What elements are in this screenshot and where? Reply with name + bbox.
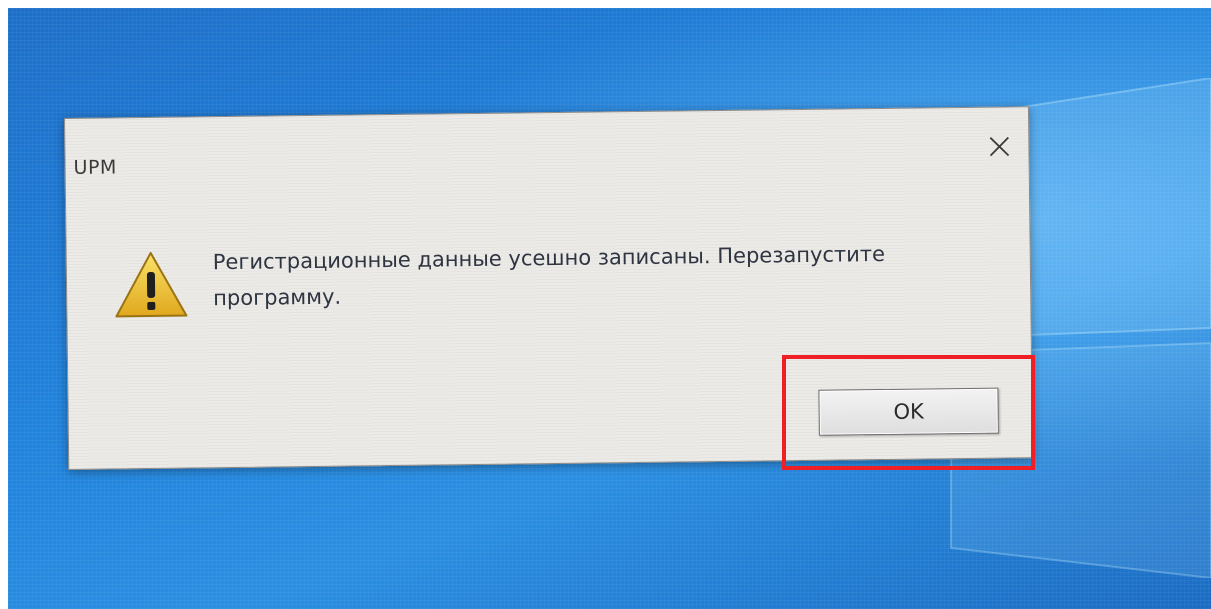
desktop-background: UPM Регистрационные данные усешно записа… [8,8,1211,609]
close-icon [989,136,1010,157]
message-dialog: UPM Регистрационные данные усешно записа… [64,106,1034,470]
dialog-title: UPM [73,156,118,179]
dialog-message: Регистрационные данные усешно записаны. … [213,235,994,317]
close-button[interactable] [984,131,1014,161]
warning-icon [115,251,188,318]
ok-button[interactable]: OK [818,387,999,436]
